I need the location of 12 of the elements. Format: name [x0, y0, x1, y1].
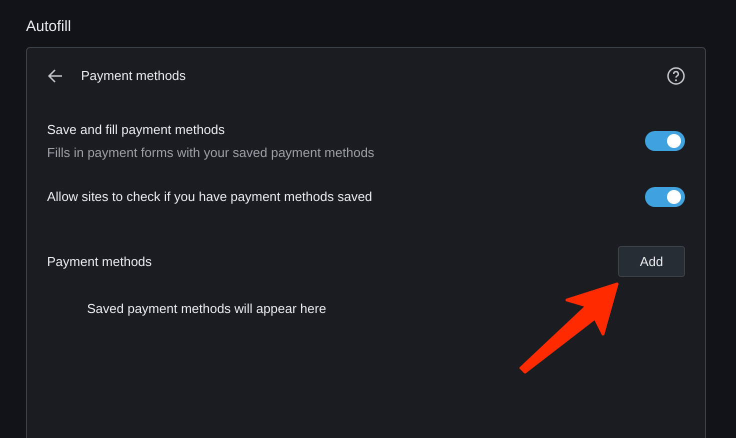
add-button[interactable]: Add [618, 246, 685, 277]
setting-label: Save and fill payment methods [47, 120, 226, 139]
toggle-switch[interactable] [645, 187, 685, 207]
page-title: Autofill [26, 18, 72, 35]
toggle-switch[interactable] [645, 131, 685, 151]
empty-message: Saved payment methods will appear here [87, 301, 326, 316]
setting-description: Fills in payment forms with your saved payment methods [47, 144, 376, 162]
help-icon[interactable] [667, 67, 685, 85]
panel-title: Payment methods [81, 67, 186, 86]
section-label: Payment methods [47, 252, 153, 271]
setting-label: Allow sites to check if you have payment methods saved [47, 188, 374, 206]
back-arrow-icon[interactable] [47, 68, 63, 84]
